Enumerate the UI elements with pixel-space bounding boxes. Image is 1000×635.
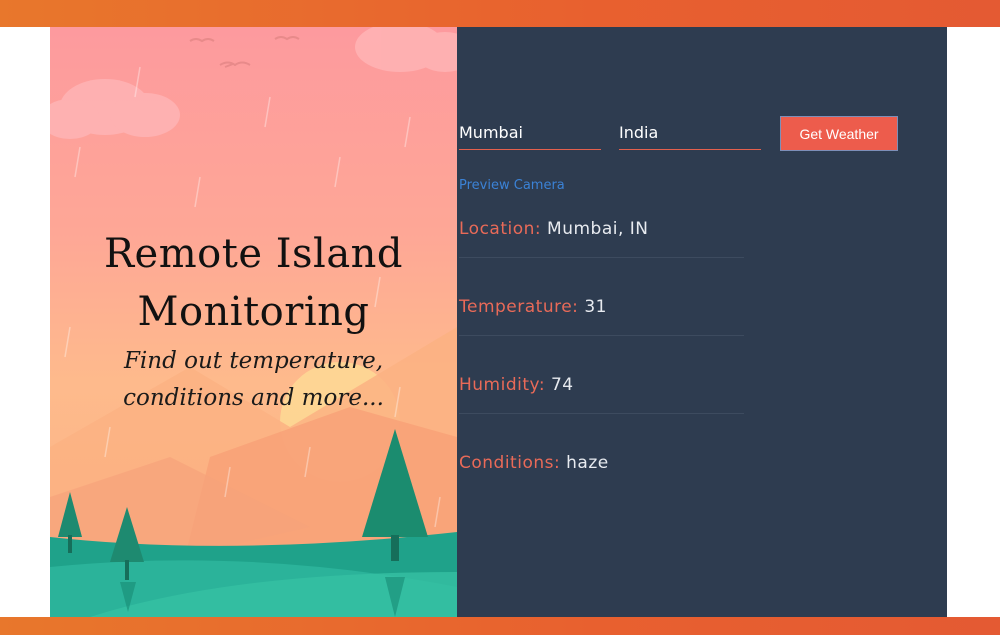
temperature-label: Temperature:	[459, 297, 579, 317]
country-input[interactable]	[619, 115, 761, 150]
illustration-panel: Remote Island Monitoring Find out temper…	[50, 27, 457, 617]
humidity-value: 74	[550, 375, 574, 395]
weather-card: Remote Island Monitoring Find out temper…	[50, 27, 947, 617]
preview-camera-link[interactable]: Preview Camera	[459, 178, 565, 193]
humidity-row: Humidity: 74	[459, 375, 744, 453]
page-title: Remote Island Monitoring	[50, 225, 457, 341]
divider	[459, 335, 744, 336]
location-label: Location:	[459, 219, 542, 239]
divider	[459, 413, 744, 414]
cloud-icon	[50, 79, 180, 139]
conditions-value: haze	[566, 453, 609, 473]
subtitle-line-1: Find out temperature,	[123, 348, 384, 374]
page-subtitle: Find out temperature, conditions and mor…	[50, 343, 457, 417]
conditions-row: Conditions: haze	[459, 453, 744, 531]
get-weather-button[interactable]: Get Weather	[780, 116, 898, 151]
weather-panel: Get Weather Preview Camera Location: Mum…	[457, 27, 947, 617]
temperature-value: 31	[584, 297, 607, 317]
bottom-accent-bar	[0, 617, 1000, 635]
divider	[459, 257, 744, 258]
location-row: Location: Mumbai, IN	[459, 219, 744, 297]
city-input[interactable]	[459, 115, 601, 150]
birds-icon	[189, 36, 300, 68]
title-line-1: Remote Island	[103, 231, 404, 277]
subtitle-line-2: conditions and more...	[123, 385, 384, 411]
temperature-row: Temperature: 31	[459, 297, 744, 375]
humidity-label: Humidity:	[459, 375, 546, 395]
top-accent-bar	[0, 0, 1000, 27]
title-line-2: Monitoring	[137, 289, 370, 335]
conditions-label: Conditions:	[459, 453, 561, 473]
location-value: Mumbai, IN	[547, 219, 649, 239]
